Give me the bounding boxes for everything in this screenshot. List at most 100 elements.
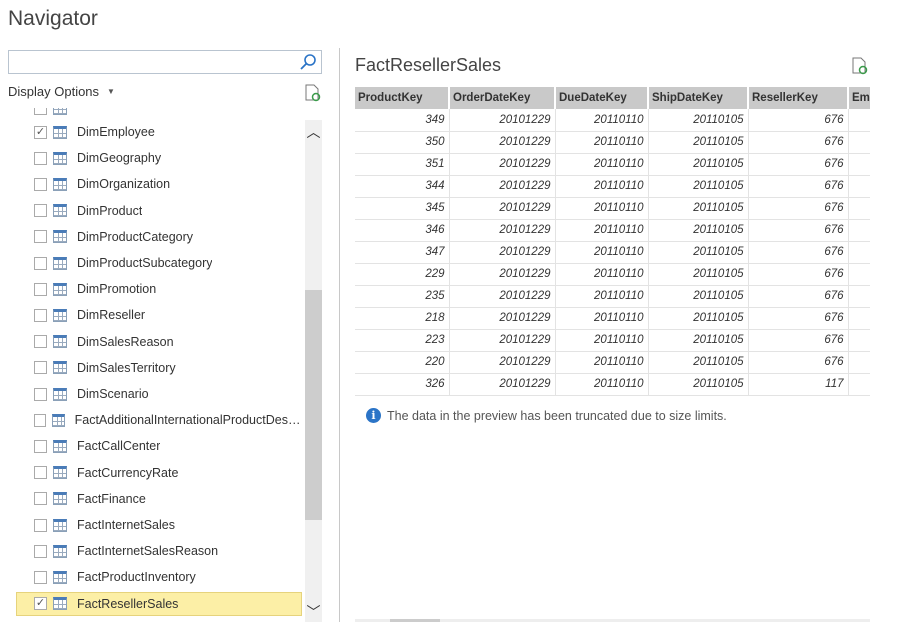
list-item[interactable]: DimGeography <box>16 146 302 170</box>
preview-refresh-icon[interactable] <box>852 57 868 75</box>
search-box[interactable] <box>8 50 322 74</box>
table-row: 346 20101229 20110110 20110105 676 <box>355 219 870 242</box>
list-item[interactable]: FactInternetSales <box>16 513 302 537</box>
checkbox[interactable] <box>34 413 46 427</box>
table-icon <box>53 125 67 139</box>
refresh-icon[interactable] <box>305 84 321 102</box>
item-label: DimEmployee <box>77 125 155 139</box>
table-cell: 20101229 <box>449 197 556 220</box>
table-cell <box>848 329 870 352</box>
column-header[interactable]: ShipDateKey <box>648 87 749 109</box>
list-item[interactable]: ✓ FactResellerSales <box>16 591 302 616</box>
scroll-down-icon[interactable]: ﹀ <box>305 602 322 622</box>
checkbox[interactable] <box>34 570 47 584</box>
list-item[interactable]: FactCurrencyRate <box>16 461 302 485</box>
checkbox[interactable]: ✓ <box>34 125 47 139</box>
table-row: 351 20101229 20110110 20110105 676 <box>355 153 870 176</box>
search-input[interactable] <box>9 51 294 73</box>
column-header[interactable]: ResellerKey <box>748 87 849 109</box>
scrollbar-thumb[interactable] <box>305 290 322 520</box>
checkbox[interactable] <box>34 439 47 453</box>
item-label: DimScenario <box>77 387 149 401</box>
table-cell <box>848 373 870 396</box>
truncation-notice: i The data in the preview has been trunca… <box>366 408 727 423</box>
item-label: DimReseller <box>77 308 146 323</box>
info-text: The data in the preview has been truncat… <box>387 408 727 423</box>
table-cell: 676 <box>748 307 849 330</box>
column-header[interactable]: DueDateKey <box>555 87 649 109</box>
checkbox[interactable] <box>34 544 47 558</box>
table-row: 349 20101229 20110110 20110105 676 <box>355 109 870 132</box>
item-label: DimSalesTerritory <box>77 360 176 375</box>
list-item[interactable]: DimSalesTerritory <box>16 356 302 380</box>
list-item[interactable]: ✓ DimEmployee <box>16 120 302 144</box>
checkbox[interactable] <box>34 361 47 375</box>
checkbox[interactable] <box>34 492 47 506</box>
table-cell: 20110105 <box>648 153 749 176</box>
checkbox[interactable]: ✓ <box>34 597 47 611</box>
table-icon <box>53 492 67 506</box>
table-cell: 20110110 <box>555 263 649 286</box>
checkbox[interactable] <box>34 466 47 480</box>
display-options-dropdown[interactable]: Display Options ▼ <box>8 84 115 99</box>
table-cell: 349 <box>355 109 450 132</box>
table-icon <box>53 108 67 115</box>
table-cell: 676 <box>748 285 849 308</box>
table-cell: 20101229 <box>449 131 556 154</box>
item-label: FactAdditionalInternationalProductDescri… <box>74 413 302 428</box>
checkbox[interactable] <box>34 335 47 349</box>
checkbox[interactable] <box>34 204 47 218</box>
table-cell: 20110105 <box>648 219 749 242</box>
table-row: 345 20101229 20110110 20110105 676 <box>355 197 870 220</box>
checkbox[interactable] <box>34 387 47 401</box>
table-cell: 676 <box>748 219 849 242</box>
table-cell: 20101229 <box>449 329 556 352</box>
table-cell: 676 <box>748 131 849 154</box>
table-cell: 20110105 <box>648 175 749 198</box>
list-item[interactable]: DimProduct <box>16 199 302 223</box>
list-item[interactable]: DimSalesReason <box>16 330 302 354</box>
vertical-scrollbar[interactable]: ︿ ﹀ <box>305 120 322 622</box>
table-cell: 20110105 <box>648 131 749 154</box>
column-header[interactable]: OrderDateKey <box>449 87 556 109</box>
checkbox[interactable] <box>34 230 47 244</box>
info-icon: i <box>366 408 381 423</box>
list-item[interactable]: DimProductCategory <box>16 225 302 249</box>
list-item[interactable]: DimScenario <box>16 382 302 406</box>
list-item[interactable]: FactInternetSalesReason <box>16 539 302 563</box>
list-item[interactable]: FactCallCenter <box>16 434 302 458</box>
column-header[interactable]: EmployeeKey <box>848 87 870 109</box>
list-item[interactable]: FactAdditionalInternationalProductDescri… <box>16 408 302 432</box>
table-cell: 20110110 <box>555 131 649 154</box>
item-label: FactCurrencyRate <box>77 465 179 480</box>
list-item[interactable]: DimOrganization <box>16 172 302 196</box>
table-cell: 20101229 <box>449 373 556 396</box>
checkbox[interactable] <box>34 256 47 270</box>
checkbox[interactable] <box>34 518 47 532</box>
item-label: DimProductSubcategory <box>77 256 213 270</box>
table-cell: 351 <box>355 153 450 176</box>
pane-divider[interactable] <box>339 48 340 622</box>
column-header[interactable]: ProductKey <box>355 87 450 109</box>
table-cell <box>848 131 870 154</box>
list-item[interactable]: DimPromotion <box>16 277 302 301</box>
list-item[interactable]: DimProductSubcategory <box>16 251 302 275</box>
checkbox[interactable] <box>34 282 47 296</box>
scroll-up-icon[interactable]: ︿ <box>305 122 322 142</box>
table-cell: 20110110 <box>555 351 649 374</box>
table-cell: 20101229 <box>449 109 556 132</box>
list-item[interactable]: FactFinance <box>16 487 302 511</box>
table-icon <box>51 413 65 427</box>
list-item-partial[interactable] <box>16 108 302 120</box>
checkbox[interactable] <box>34 308 47 322</box>
table-cell <box>848 285 870 308</box>
checkbox[interactable] <box>34 108 47 115</box>
checkbox[interactable] <box>34 177 47 191</box>
item-label: FactInternetSales <box>77 518 175 532</box>
checkbox[interactable] <box>34 151 47 165</box>
table-cell: 20101229 <box>449 285 556 308</box>
list-item[interactable]: FactProductInventory <box>16 565 302 589</box>
table-row: 229 20101229 20110110 20110105 676 <box>355 263 870 286</box>
search-icon[interactable] <box>299 53 317 71</box>
list-item[interactable]: DimReseller <box>16 303 302 327</box>
